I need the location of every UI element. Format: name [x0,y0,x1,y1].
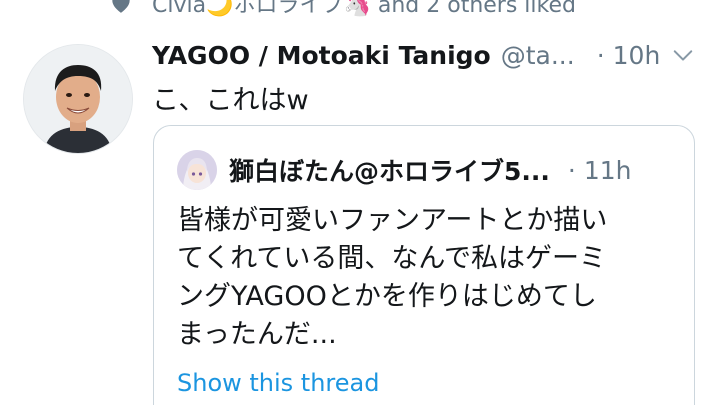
anime-avatar-icon [177,150,217,190]
social-context[interactable]: Civia🌙ホロライブ🦄 and 2 others liked [108,0,576,18]
show-thread-link[interactable]: Show this thread [177,369,379,397]
tweet-text: こ、これはw [152,85,309,116]
chevron-down-icon[interactable] [672,44,694,66]
author-avatar[interactable] [23,44,133,154]
separator-dot: · [567,155,576,185]
social-context-text: Civia🌙ホロライブ🦄 and 2 others liked [152,0,576,18]
quoted-tweet-card[interactable]: 獅白ぼたん@ホロライブ5... · 11h 皆様が可愛いファンアートとか描い て… [153,125,695,405]
tweet-time[interactable]: 10h [613,41,661,70]
tweet-page: Civia🌙ホロライブ🦄 and 2 others liked YAGOO / … [0,0,720,405]
person-photo-icon [24,45,132,153]
quoted-tweet-time: 11h [583,155,632,185]
tweet-header: YAGOO / Motoaki Tanigo @ta... · 10h [152,36,702,74]
separator-dot: · [596,40,605,70]
quoted-tweet-header: 獅白ぼたん@ホロライブ5... · 11h [229,152,684,188]
quoted-author-avatar[interactable] [177,150,217,190]
heart-icon [112,0,130,13]
quoted-text-line: てくれている間、なんで私はゲーミ [177,243,607,274]
author-handle[interactable]: @ta... [501,41,575,70]
quoted-text-line: ングYAGOOとかを作りはじめてし [177,281,597,312]
quoted-tweet-text: 皆様が可愛いファンアートとか描い てくれている間、なんで私はゲーミ ングYAGO… [177,202,687,354]
quoted-text-line: 皆様が可愛いファンアートとか描い [177,205,608,236]
author-name[interactable]: YAGOO / Motoaki Tanigo [152,41,491,70]
quoted-author-name[interactable]: 獅白ぼたん@ホロライブ5... [229,152,550,188]
quoted-text-line: まったんだ... [177,319,337,350]
